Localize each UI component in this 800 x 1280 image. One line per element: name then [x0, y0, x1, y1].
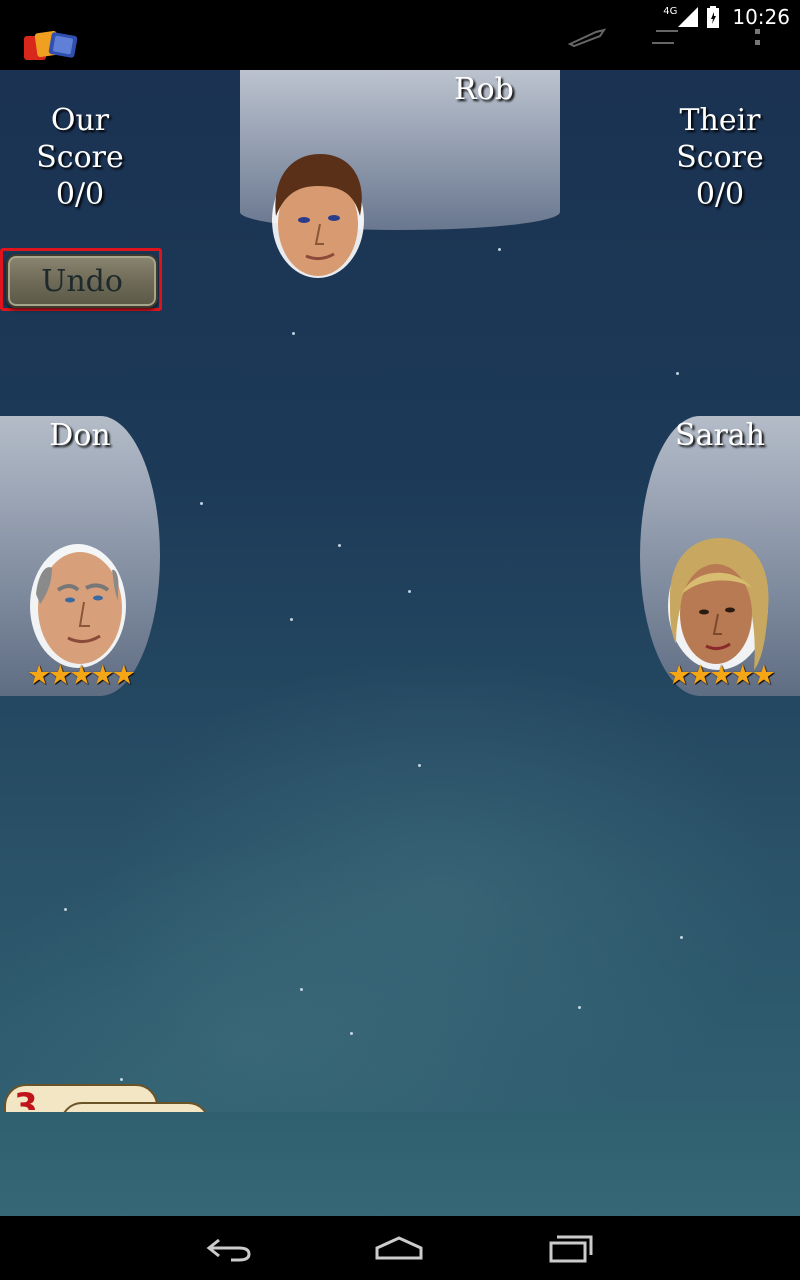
player-name-right: Sarah [675, 418, 765, 453]
their-score: Their Score 0/0 [640, 102, 800, 213]
navigation-bar [0, 1216, 800, 1280]
network-icon: 4G [663, 6, 699, 27]
their-score-label-1: Their [679, 103, 761, 138]
rating-stars-right: ★★★★★ [666, 660, 776, 691]
table-bottom-fill [0, 1112, 800, 1216]
clock: 10:26 [732, 5, 790, 29]
rating-stars-left: ★★★★★ [26, 660, 136, 691]
our-score-value: 0/0 [55, 177, 105, 212]
menu-lines-icon[interactable] [650, 26, 682, 48]
back-icon [206, 1238, 251, 1262]
app-icon[interactable] [22, 28, 80, 62]
their-score-value: 0/0 [695, 177, 745, 212]
player-name-left: Don [49, 418, 111, 453]
battery-icon [707, 6, 720, 28]
hand-card-rank: 3 [14, 1086, 38, 1110]
don-avatar [30, 544, 126, 668]
their-score-label-2: Score [676, 140, 764, 175]
our-score: Our Score 0/0 [0, 102, 160, 213]
network-type: 4G [663, 6, 678, 17]
our-score-label-1: Our [50, 103, 110, 138]
player-name-top: Rob [454, 72, 514, 107]
nav-recents-button[interactable] [536, 1226, 606, 1270]
nav-back-button[interactable] [194, 1226, 264, 1270]
status-bar: 4G 10:26 [663, 5, 790, 29]
pen-icon[interactable] [566, 26, 608, 48]
overflow-icon[interactable] [752, 26, 764, 48]
recents-icon [549, 1235, 593, 1263]
action-bar: 4G 10:26 [0, 0, 800, 70]
undo-button[interactable]: Undo [6, 254, 158, 308]
home-icon [375, 1236, 423, 1260]
sarah-avatar [668, 538, 769, 670]
our-score-label-2: Score [36, 140, 124, 175]
nav-home-button[interactable] [364, 1226, 434, 1270]
rob-avatar [272, 154, 364, 278]
